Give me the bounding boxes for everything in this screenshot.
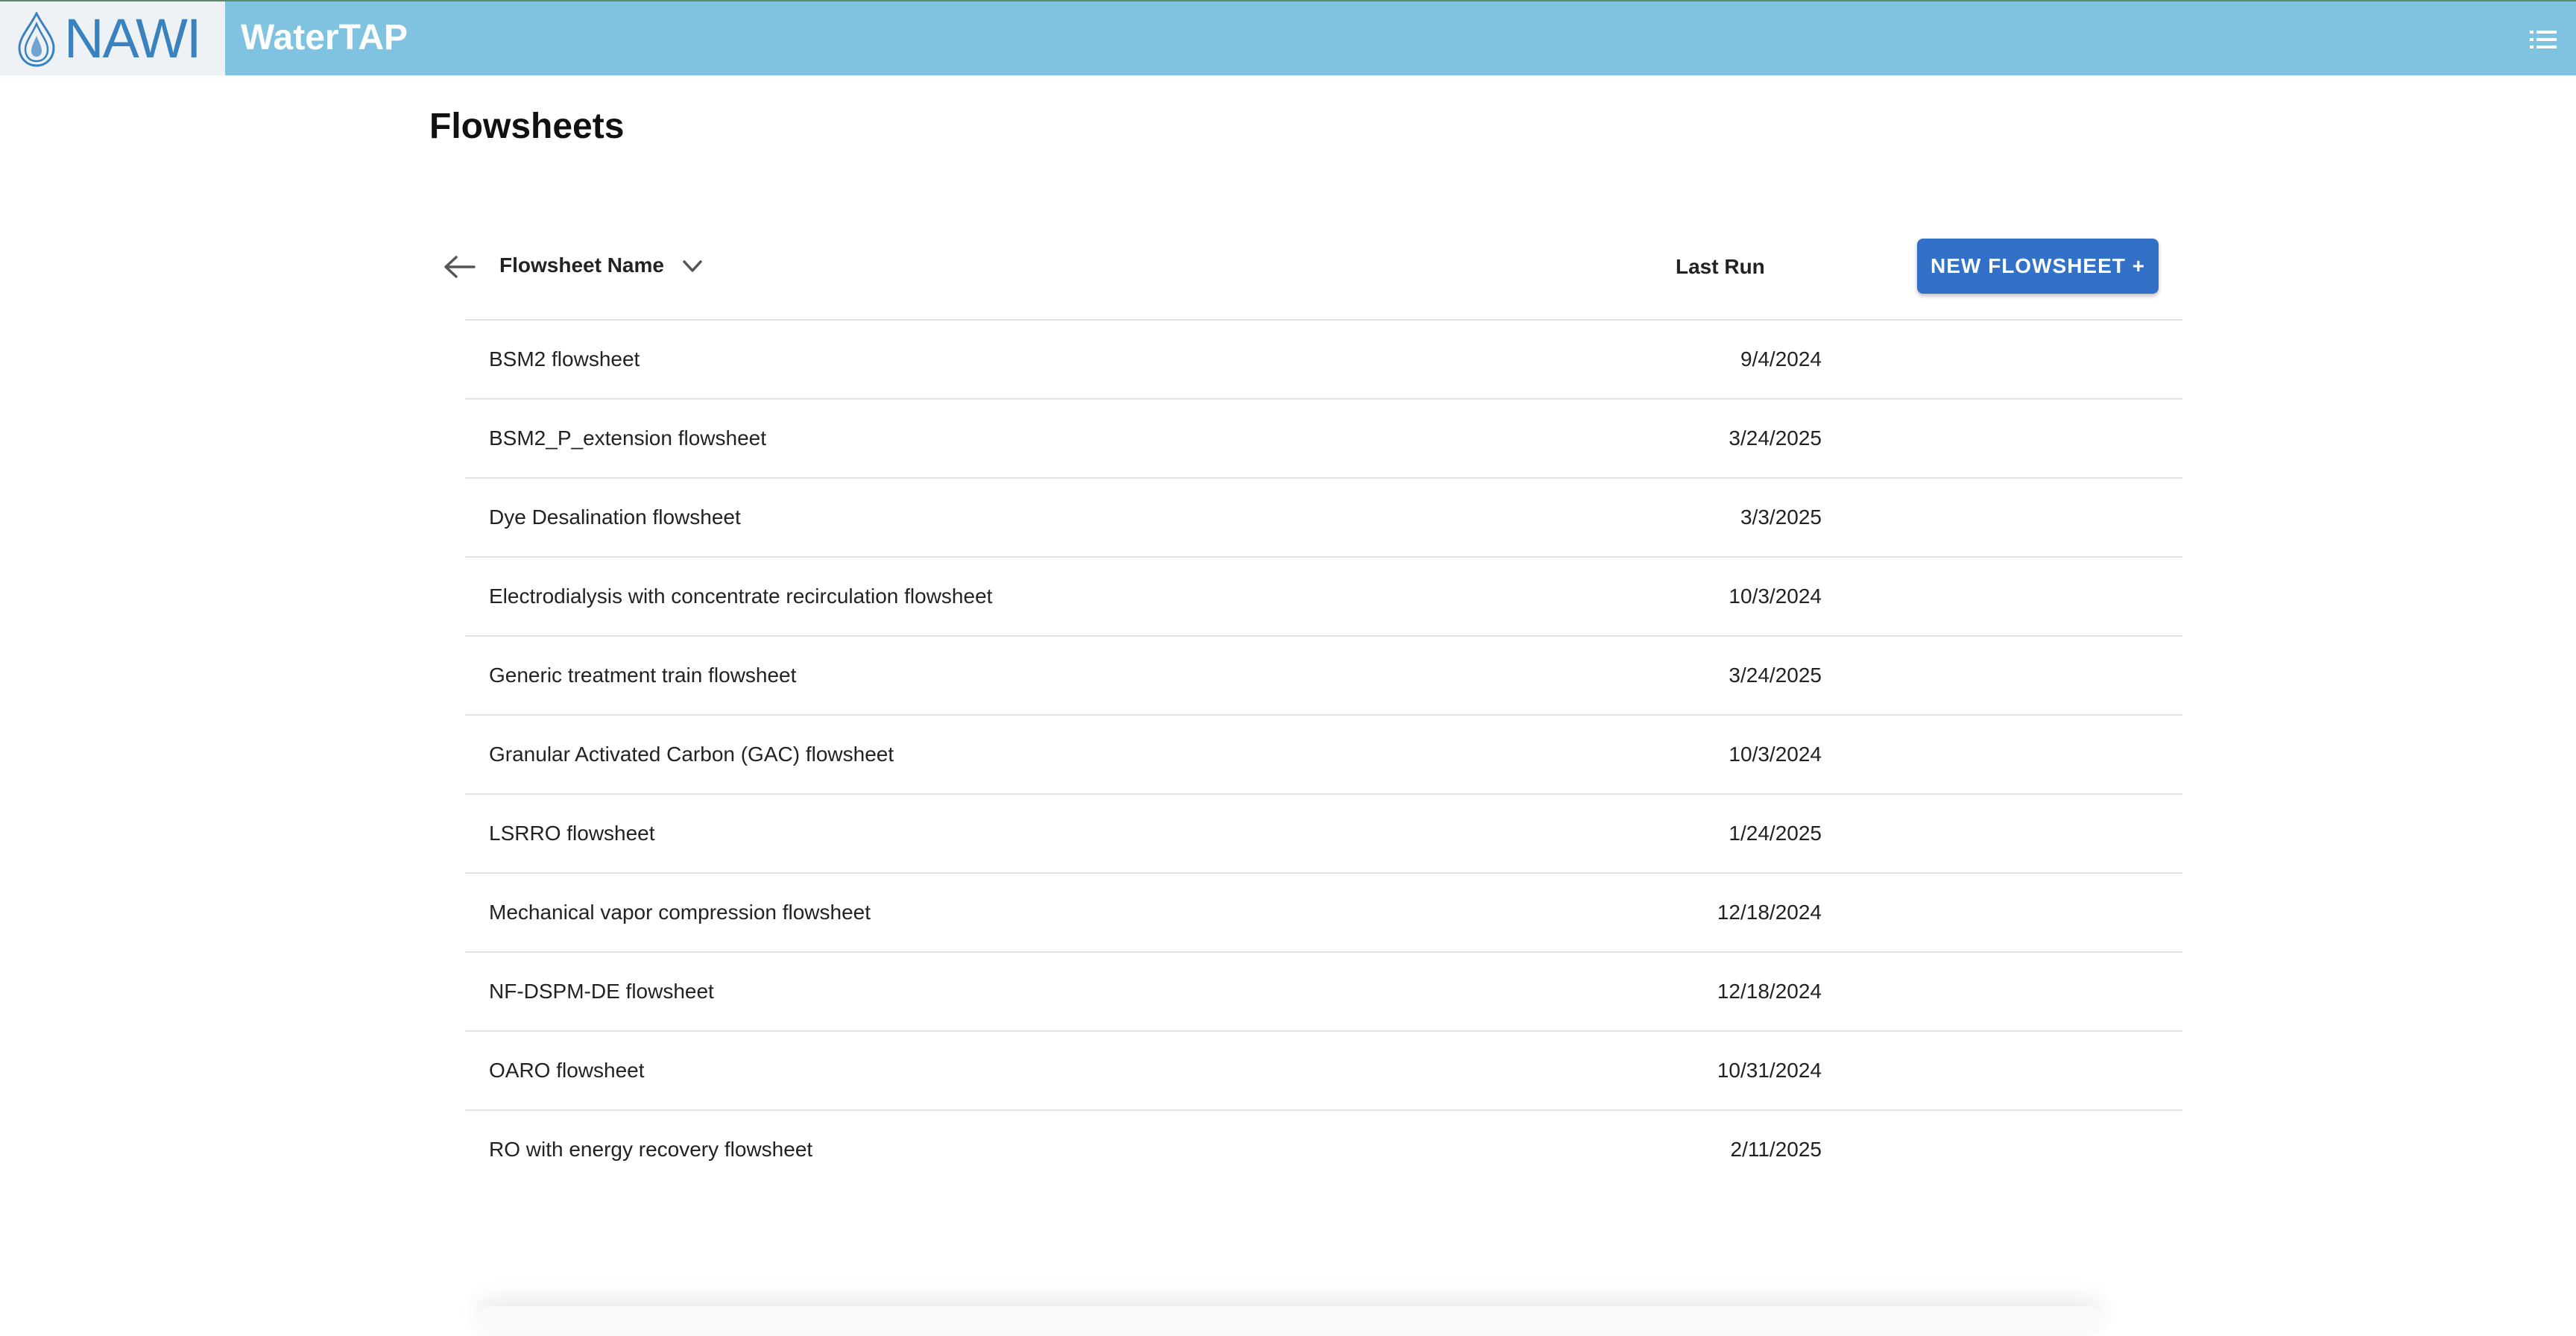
flowsheet-name[interactable]: OARO flowsheet <box>489 1056 645 1086</box>
table-row[interactable]: Granular Activated Carbon (GAC) flowshee… <box>465 716 2182 795</box>
last-run-date: 10/31/2024 <box>1717 1059 1822 1082</box>
water-drop-icon <box>18 12 55 67</box>
table-row[interactable]: RO with energy recovery flowsheet 2/11/20… <box>465 1111 2182 1190</box>
last-run-date: 12/18/2024 <box>1717 980 1822 1003</box>
last-run-date: 2/11/2025 <box>1730 1138 1822 1161</box>
table-row[interactable]: Electrodialysis with concentrate recircu… <box>465 558 2182 637</box>
last-run-date: 1/24/2025 <box>1729 822 1822 845</box>
arrow-left-icon[interactable] <box>443 253 476 280</box>
flowsheet-name[interactable]: Electrodialysis with concentrate recircu… <box>489 582 992 611</box>
flowsheet-name[interactable]: Granular Activated Carbon (GAC) flowshee… <box>489 740 894 769</box>
flowsheet-name[interactable]: Dye Desalination flowsheet <box>489 502 741 532</box>
flowsheet-name[interactable]: BSM2 flowsheet <box>489 344 640 374</box>
flowsheet-name[interactable]: BSM2_P_extension flowsheet <box>489 423 766 453</box>
new-flowsheet-button[interactable]: NEW FLOWSHEET + <box>1917 239 2159 294</box>
table-row[interactable]: Generic treatment train flowsheet 3/24/20… <box>465 637 2182 716</box>
list-icon[interactable] <box>2528 28 2558 51</box>
table-row[interactable]: Dye Desalination flowsheet 3/3/2025 <box>465 479 2182 558</box>
last-run-date: 3/3/2025 <box>1740 505 1822 529</box>
app-title: WaterTAP <box>241 18 408 57</box>
table-row[interactable]: LSRRO flowsheet 1/24/2025 <box>465 795 2182 874</box>
last-run-date: 10/3/2024 <box>1729 584 1822 608</box>
last-run-date: 9/4/2024 <box>1740 347 1822 371</box>
table-row[interactable]: BSM2_P_extension flowsheet 3/24/2025 <box>465 400 2182 479</box>
last-run-date: 10/3/2024 <box>1729 743 1822 766</box>
logo-text: NAWI <box>64 7 201 69</box>
last-run-date: 12/18/2024 <box>1717 901 1822 924</box>
table-header: Flowsheet Name Last Run NEW FLOWSHEET + <box>429 233 2182 322</box>
top-app-bar: NAWI WaterTAP <box>0 0 2576 75</box>
flowsheet-name[interactable]: Generic treatment train flowsheet <box>489 661 796 690</box>
table-row[interactable]: Mechanical vapor compression flowsheet 12… <box>465 874 2182 953</box>
flowsheet-list: BSM2 flowsheet 9/4/2024 BSM2_P_extension f… <box>465 321 2182 1190</box>
table-row[interactable]: BSM2 flowsheet 9/4/2024 <box>465 321 2182 400</box>
flowsheet-name[interactable]: Mechanical vapor compression flowsheet <box>489 898 871 927</box>
footer-shadow <box>477 1306 2102 1336</box>
page-title: Flowsheets <box>429 107 625 146</box>
flowsheet-name[interactable]: NF-DSPM-DE flowsheet <box>489 977 714 1006</box>
last-run-date: 3/24/2025 <box>1729 664 1822 687</box>
table-row[interactable]: OARO flowsheet 10/31/2024 <box>465 1032 2182 1111</box>
flowsheet-name[interactable]: LSRRO flowsheet <box>489 819 655 848</box>
column-header-last-run: Last Run <box>1676 255 1765 278</box>
last-run-date: 3/24/2025 <box>1729 426 1822 450</box>
nawi-logo[interactable]: NAWI <box>0 1 225 75</box>
chevron-down-icon[interactable] <box>680 256 705 276</box>
column-header-flowsheet-name[interactable]: Flowsheet Name <box>499 250 664 280</box>
flowsheet-name[interactable]: RO with energy recovery flowsheet <box>489 1135 812 1165</box>
table-row[interactable]: NF-DSPM-DE flowsheet 12/18/2024 <box>465 953 2182 1032</box>
